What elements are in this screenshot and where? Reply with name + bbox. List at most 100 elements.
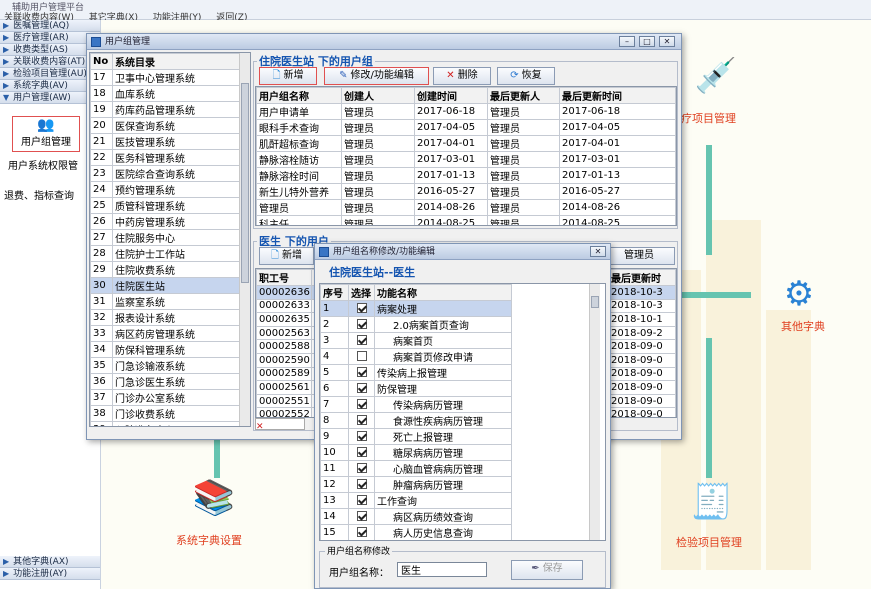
system-list-row[interactable]: 25 质管科管理系统 [90,197,250,214]
new-group-button[interactable]: 🗋 新增 [259,67,317,85]
group-row[interactable]: 肌酐超标查询 管理员 2017-04-01 管理员 2017-04-01 [256,135,676,152]
group-updater-cell: 管理员 [487,135,560,152]
function-checkbox[interactable] [356,479,367,489]
system-list-row[interactable]: 23 医院综合查询系统 [90,165,250,182]
system-list-row[interactable]: 26 中药房管理系统 [90,213,250,230]
manage-users-button[interactable]: 管理员 [603,247,675,265]
system-list-row[interactable]: 22 医务科管理系统 [90,149,250,166]
system-list-row[interactable]: 38 门诊收费系统 [90,405,250,422]
function-checkbox[interactable] [356,351,367,361]
function-checkbox[interactable] [356,303,367,313]
system-list-row[interactable]: 33 病区药房管理系统 [90,325,250,342]
nav-header-func-register[interactable]: ▶ 功能注册(AY) [0,568,100,580]
tile-other-dict-label[interactable]: 其他字典 [781,318,825,334]
function-row[interactable]: 13 工作查询 [320,492,605,509]
function-checkbox[interactable] [356,415,367,425]
system-list-row[interactable]: 35 门急诊输液系统 [90,357,250,374]
nav-header-other-dict[interactable]: ▶ 其他字典(AX) [0,556,100,568]
system-list-row[interactable]: 18 血库系统 [90,85,250,102]
group-row[interactable]: 新生儿特外营养 管理员 2016-05-27 管理员 2016-05-27 [256,183,676,200]
new-user-button[interactable]: 🗋 新增 [259,247,314,265]
group-row[interactable]: 管理员 管理员 2014-08-26 管理员 2014-08-26 [256,199,676,216]
nav-header-charge-types[interactable]: ▶ 收费类型(AS) [0,44,100,56]
function-row[interactable]: 12 肿瘤病病历管理 [320,476,605,493]
group-row[interactable]: 静脉溶栓时间 管理员 2017-01-13 管理员 2017-01-13 [256,167,676,184]
nav-item-user-permissions[interactable]: 用户系统权限管 [8,157,78,172]
function-checkbox[interactable] [356,399,367,409]
system-list-row[interactable]: 27 住院服务中心 [90,229,250,246]
edit-group-button[interactable]: ✎ 修改/功能编辑 [324,67,429,85]
system-list-row[interactable]: 39入院准备中心 [90,421,250,426]
function-checkbox[interactable] [356,511,367,521]
function-row[interactable]: 2 2.0病案首页查询 [320,316,605,333]
nav-header-system-dict[interactable]: ▶ 系统字典(AV) [0,80,100,92]
function-checkbox[interactable] [356,495,367,505]
function-row[interactable]: 15 病人历史信息查询 [320,524,605,540]
system-list-row[interactable]: 20 医保查询系统 [90,117,250,134]
system-list-row[interactable]: 30 住院医生站 [90,277,250,294]
delete-group-button[interactable]: ✕ 删除 [433,67,491,85]
function-row[interactable]: 9 死亡上报管理 [320,428,605,445]
function-checkbox[interactable] [356,431,367,441]
function-row[interactable]: 1 病案处理 [320,300,605,317]
system-list-row[interactable]: 37 门诊办公室系统 [90,389,250,406]
function-no-cell: 7 [320,396,349,413]
system-list-row[interactable]: 28 住院护士工作站 [90,245,250,262]
nav-item-user-group[interactable]: 👥 用户组管理 [12,116,80,152]
users-hscroll[interactable]: ✕ [255,418,305,432]
system-list-row[interactable]: 32 报表设计系统 [90,309,250,326]
function-row[interactable]: 3 病案首页 [320,332,605,349]
function-row[interactable]: 14 病区病历绩效查询 [320,508,605,525]
nav-header-orders[interactable]: ▶ 医嘱管理(AQ) [0,20,100,32]
scrollbar-thumb[interactable] [241,83,249,283]
function-checkbox[interactable] [356,383,367,393]
function-checkbox[interactable] [356,527,367,537]
maximize-button[interactable]: □ [639,36,655,47]
nav-header-lab-items[interactable]: ▶ 检验项目管理(AU) [0,68,100,80]
function-row[interactable]: 7 传染病病历管理 [320,396,605,413]
function-row[interactable]: 10 糖尿病病历管理 [320,444,605,461]
function-checkbox[interactable] [356,367,367,377]
system-list-row[interactable]: 24 预约管理系统 [90,181,250,198]
function-row[interactable]: 8 食源性疾病病历管理 [320,412,605,429]
function-checkbox[interactable] [356,447,367,457]
group-row[interactable]: 用户申请单 管理员 2017-06-18 管理员 2017-06-18 [256,103,676,120]
system-list-row[interactable]: 29 住院收费系统 [90,261,250,278]
system-list-row[interactable]: 19 药库药品管理系统 [90,101,250,118]
function-row[interactable]: 4 病案首页修改申请 [320,348,605,365]
close-button[interactable]: ✕ [590,246,606,257]
tile-lab-items-label[interactable]: 检验项目管理 [676,534,742,550]
system-no-cell: 19 [90,101,113,118]
function-checkbox[interactable] [356,335,367,345]
system-no-cell: 30 [90,277,113,294]
save-button[interactable]: ✒ 保存 [511,560,583,580]
nav-item-refund-query[interactable]: 退费、指标查询 [4,187,74,202]
function-checkbox[interactable] [356,319,367,329]
function-row[interactable]: 16 病人信息中心查询 [321,541,605,542]
function-row[interactable]: 5 传染病上报管理 [320,364,605,381]
function-row[interactable]: 6 防保管理 [320,380,605,397]
tile-system-dict-label[interactable]: 系统字典设置 [176,532,242,548]
groups-header-updater: 最后更新人 [487,87,560,104]
system-list-row[interactable]: 34 防保科管理系统 [90,341,250,358]
system-list-row[interactable]: 21 医技管理系统 [90,133,250,150]
nav-header-medical[interactable]: ▶ 医疗管理(AR) [0,32,100,44]
system-list-row[interactable]: 31 监察室系统 [90,293,250,310]
function-checkbox[interactable] [356,463,367,473]
group-row[interactable]: 静脉溶栓随访 管理员 2017-03-01 管理员 2017-03-01 [256,151,676,168]
nav-header-associated-charge[interactable]: ▶ 关联收费内容(AT) [0,56,100,68]
tile-treatment-items-label[interactable]: 疗项目管理 [681,110,736,126]
system-list-scrollbar[interactable] [239,53,250,426]
function-row[interactable]: 11 心脑血管病病历管理 [320,460,605,477]
function-list-scrollbar[interactable] [589,284,600,540]
system-list-row[interactable]: 36 门急诊医生系统 [90,373,250,390]
restore-group-button[interactable]: ⟳ 恢复 [497,67,555,85]
system-list-row[interactable]: 17 卫事中心管理系统 [90,69,250,86]
group-name-input[interactable] [397,562,487,577]
group-row[interactable]: 眼科手术查询 管理员 2017-04-05 管理员 2017-04-05 [256,119,676,136]
scrollbar-thumb[interactable] [591,296,599,308]
close-button[interactable]: ✕ [659,36,675,47]
group-row[interactable]: 科主任 管理员 2014-08-25 管理员 2014-08-25 [256,215,676,225]
nav-header-user-mgmt[interactable]: ▼ 用户管理(AW) [0,92,100,104]
minimize-button[interactable]: – [619,36,635,47]
